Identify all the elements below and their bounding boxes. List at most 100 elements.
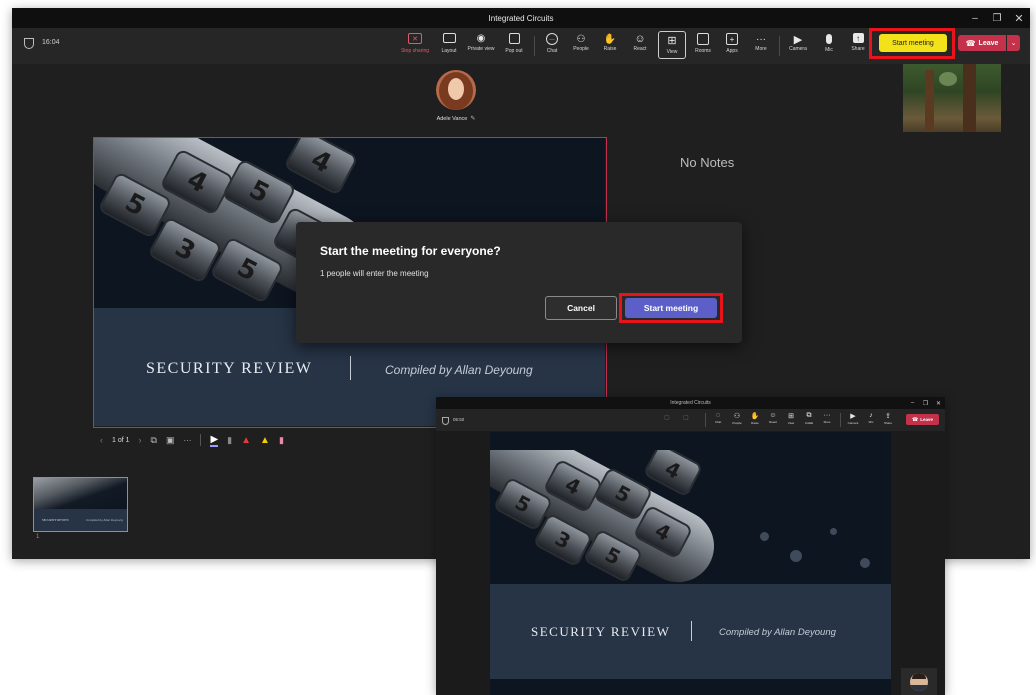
- react-button[interactable]: ☺ React: [628, 33, 652, 52]
- pop-out-button[interactable]: Pop out: [500, 33, 528, 54]
- layout-button[interactable]: Layout: [436, 33, 462, 54]
- leave-button[interactable]: ☎ Leave: [958, 35, 1006, 51]
- slide-subtitle: Compiled by Allan Deyoung: [385, 363, 533, 377]
- share-icon: ↑: [852, 33, 864, 43]
- layout-icon: [442, 33, 456, 43]
- close-button[interactable]: ✕: [1008, 8, 1030, 28]
- restore-button[interactable]: ❐: [986, 8, 1008, 28]
- more-button[interactable]: ··· More: [749, 33, 773, 53]
- title-bar: Integrated Circuits – ❐ ✕: [436, 397, 945, 409]
- leave-options-button[interactable]: ⌄: [1007, 35, 1020, 51]
- private-view-button[interactable]: ◉ Private view: [465, 33, 497, 52]
- view-button[interactable]: ⊞ View: [783, 412, 799, 425]
- raise-hand-button[interactable]: ✋ Raise: [747, 412, 763, 425]
- react-button[interactable]: ☺ React: [765, 412, 781, 424]
- meeting-toolbar: 05:50 ▢ ▢ ◌ Chat ⚇ People ✋ Raise ☺ Reac…: [436, 409, 945, 431]
- people-button[interactable]: ⚇ People: [568, 33, 594, 53]
- participant-video-tile[interactable]: [901, 668, 937, 695]
- more-button[interactable]: ··· More: [819, 412, 835, 424]
- pink-pen-icon[interactable]: ▮: [279, 435, 284, 446]
- people-icon: ⚇: [733, 413, 741, 420]
- previous-slide-icon[interactable]: ‹: [100, 435, 103, 445]
- highlighter-icon[interactable]: ▲: [260, 435, 270, 446]
- chat-icon: …: [546, 33, 558, 45]
- camera-button[interactable]: ▶ Camera: [844, 412, 862, 425]
- close-button[interactable]: ✕: [932, 397, 945, 409]
- notes-text: No Notes: [680, 155, 735, 170]
- bokeh-light: [760, 532, 769, 541]
- toolbar-divider: [534, 36, 535, 56]
- bokeh-light: [790, 550, 802, 562]
- disabled-control-icon: ▢: [664, 415, 670, 421]
- slide-thumbnail[interactable]: SECURITY REVIEW Compiled by Allan Deyoun…: [33, 477, 128, 532]
- stop-sharing-button[interactable]: ✕ Stop sharing: [397, 33, 433, 54]
- phone-icon: ☎: [965, 38, 976, 48]
- slide-navigation: ‹ 1 of 1 › ⧉ ▣ ··· ▶ ▮ ▲ ▲ ▮: [100, 432, 284, 448]
- cancel-button[interactable]: Cancel: [545, 296, 617, 320]
- chat-button[interactable]: ◌ Chat: [710, 412, 726, 424]
- toolbar-divider: [705, 413, 706, 427]
- view-button[interactable]: ⊞ View: [658, 31, 686, 59]
- rooms-button[interactable]: Rooms: [690, 33, 716, 54]
- dialog-title: Start the meeting for everyone?: [320, 244, 501, 258]
- lock-photo: 5 4 5 4 3 5 4: [490, 450, 891, 584]
- start-meeting-button[interactable]: Start meeting: [879, 34, 947, 52]
- participant-avatar: [910, 672, 928, 691]
- eye-icon: ◉: [476, 33, 486, 44]
- participant-avatar[interactable]: [436, 70, 476, 110]
- bokeh-light: [830, 528, 837, 535]
- camera-button[interactable]: ▶ Camera: [784, 33, 812, 53]
- grid-view-icon[interactable]: ⧉: [151, 435, 157, 446]
- pointer-icon[interactable]: ▶: [210, 434, 219, 447]
- rooms-icon: [697, 33, 709, 45]
- camera-icon: ▶: [850, 413, 856, 420]
- share-button[interactable]: ↑ Share: [846, 33, 870, 52]
- disabled-control-icon: ▢: [683, 415, 689, 421]
- grid-icon: ⊞: [788, 413, 794, 420]
- confirm-start-meeting-button[interactable]: Start meeting: [625, 298, 717, 318]
- more-options-icon[interactable]: ···: [183, 436, 191, 445]
- avatar-suit: [910, 684, 928, 691]
- smiley-icon: ☺: [634, 33, 646, 45]
- people-button[interactable]: ⚇ People: [728, 412, 746, 425]
- minimize-button[interactable]: –: [964, 8, 986, 28]
- mic-button[interactable]: Mic: [818, 33, 840, 53]
- stop-share-icon: ✕: [408, 33, 422, 44]
- dialog-message: 1 people will enter the meeting: [320, 269, 429, 278]
- leave-button[interactable]: ☎ Leave: [906, 414, 939, 425]
- mic-button[interactable]: ♪ Mic: [864, 412, 878, 424]
- meeting-timer: 05:50: [453, 417, 465, 422]
- toolbar-divider: [200, 434, 202, 446]
- bokeh-light: [860, 558, 870, 568]
- self-video-preview[interactable]: [903, 64, 1001, 132]
- shield-icon: [442, 417, 449, 425]
- ellipsis-icon: ···: [823, 412, 831, 419]
- start-meeting-dialog: Start the meeting for everyone? 1 people…: [296, 222, 742, 343]
- focus-icon[interactable]: ▣: [166, 435, 175, 446]
- raise-hand-button[interactable]: ✋ Raise: [598, 33, 622, 53]
- toolbar-divider: [840, 413, 841, 427]
- attendee-meeting-window: Integrated Circuits – ❐ ✕ 05:50 ▢ ▢ ◌ Ch…: [436, 397, 945, 695]
- restore-button[interactable]: ❐: [919, 397, 932, 409]
- ellipsis-icon: ···: [756, 33, 766, 45]
- eraser-icon[interactable]: ▮: [227, 435, 232, 446]
- minimize-button[interactable]: –: [906, 397, 919, 409]
- chat-button[interactable]: … Chat: [540, 33, 564, 54]
- grid-icon: ⊞: [667, 35, 677, 47]
- pop-out-icon: [508, 33, 520, 44]
- share-button[interactable]: ⇪ Share: [880, 412, 896, 425]
- slide-subtitle: Compiled by Allan Deyoung: [719, 627, 836, 638]
- apps-button[interactable]: + Apps: [720, 33, 744, 54]
- slide-lower-band: SECURITY REVIEW Compiled by Allan Deyoun…: [490, 584, 891, 679]
- red-pen-icon[interactable]: ▲: [241, 435, 251, 446]
- next-slide-icon[interactable]: ›: [139, 435, 142, 445]
- phone-icon: ☎: [912, 416, 919, 423]
- microphone-icon: ♪: [869, 412, 873, 419]
- smiley-icon: ☺: [769, 412, 777, 419]
- rooms-button[interactable]: ⧉ CAEE: [801, 412, 817, 425]
- avatar-hair: [912, 672, 926, 679]
- slide-title-divider: [691, 621, 692, 641]
- slide-counter: 1 of 1: [112, 436, 130, 444]
- thumbnail-number: 1: [36, 534, 40, 540]
- muted-mic-icon: ✎: [470, 116, 476, 122]
